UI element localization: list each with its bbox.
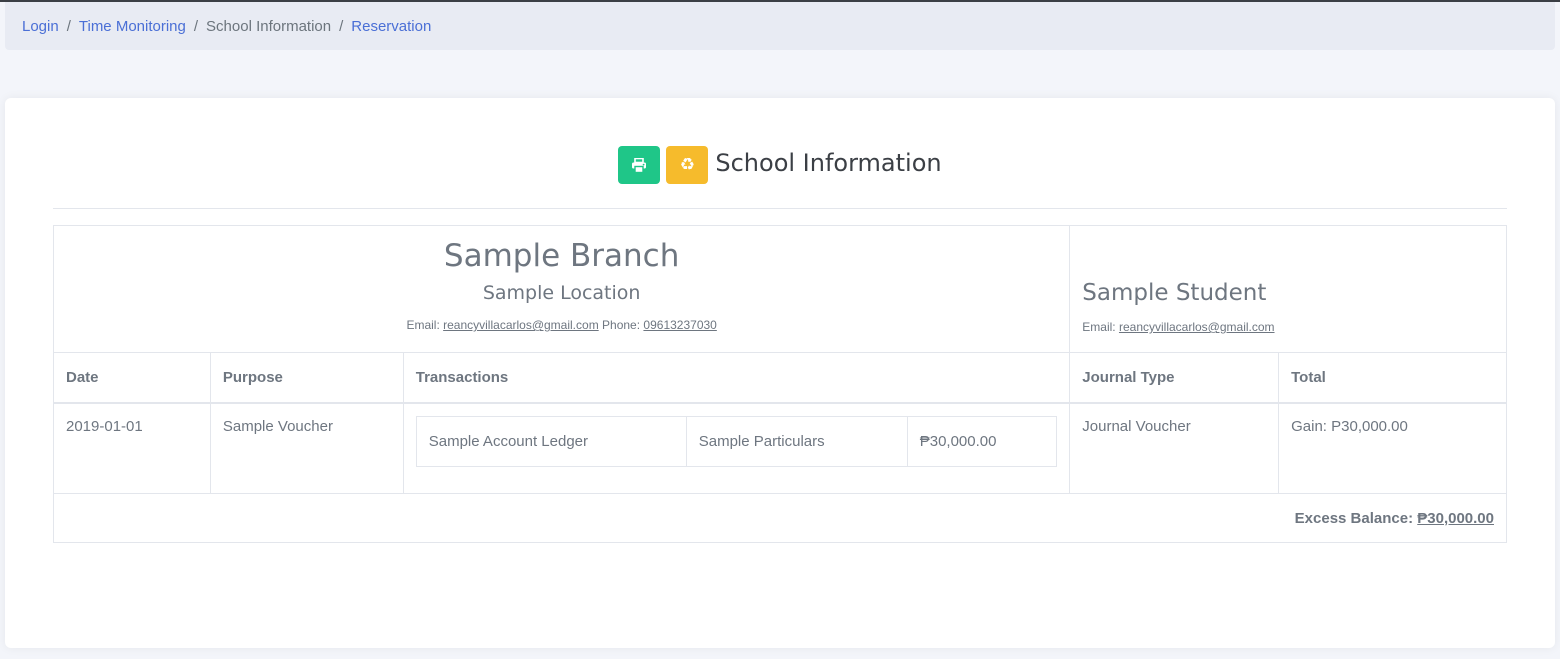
column-header-date: Date (53, 352, 211, 404)
breadcrumb-separator: / (66, 17, 71, 35)
footer-row: Excess Balance: ₱30,000.00 (53, 493, 1507, 543)
transactions-table: Sample Account Ledger Sample Particulars… (415, 415, 1058, 467)
date-cell: 2019-01-01 (53, 402, 211, 494)
voucher-table: Sample Branch Sample Location Email: rea… (52, 225, 1507, 543)
info-row: Sample Branch Sample Location Email: rea… (52, 225, 1507, 353)
branch-contact: Email: reancyvillacarlos@gmail.com Phone… (54, 318, 1069, 332)
ledger-cell: Sample Account Ledger (415, 415, 687, 467)
branch-email-label: Email: (406, 318, 440, 332)
column-header-journal-type: Journal Type (1069, 352, 1280, 404)
student-email: reancyvillacarlos@gmail.com (1118, 320, 1275, 334)
breadcrumb-time-monitoring[interactable]: Time Monitoring (79, 18, 186, 35)
branch-info: Sample Branch Sample Location Email: rea… (52, 225, 1071, 353)
breadcrumb-reservation[interactable]: Reservation (351, 18, 431, 35)
breadcrumb: Login / Time Monitoring / School Informa… (5, 2, 1555, 50)
school-information-card: ♻ School Information Sample Branch Sampl… (5, 98, 1555, 648)
branch-location: Sample Location (482, 282, 641, 304)
amount-cell: ₱30,000.00 (906, 415, 1058, 467)
column-header-transactions: Transactions (402, 352, 1071, 404)
journal-type-cell: Journal Voucher (1069, 402, 1280, 494)
student-name: Sample Student (1082, 280, 1267, 306)
branch-phone-label: Phone: (602, 318, 641, 332)
breadcrumb-separator: / (193, 17, 199, 35)
student-contact: Email: reancyvillacarlos@gmail.com (1082, 320, 1494, 334)
purpose-cell: Sample Voucher (209, 402, 404, 494)
recycle-icon: ♻ (679, 155, 695, 175)
branch-name: Sample Branch (443, 238, 680, 274)
table-header-row: Date Purpose Transactions Journal Type T… (53, 352, 1507, 404)
breadcrumb-separator: / (339, 17, 344, 35)
student-email-label: Email: (1082, 320, 1116, 334)
excess-balance-label: Excess Balance: (1294, 509, 1414, 527)
recycle-button[interactable]: ♻ (666, 146, 709, 184)
branch-email: reancyvillacarlos@gmail.com (443, 318, 599, 332)
particulars-cell: Sample Particulars (685, 415, 908, 467)
transaction-row: Sample Account Ledger Sample Particulars… (415, 415, 1058, 467)
breadcrumb-school-information: School Information (206, 17, 332, 35)
breadcrumb-login[interactable]: Login (22, 18, 59, 35)
print-button[interactable] (618, 146, 661, 184)
table-row: 2019-01-01 Sample Voucher Sample Account… (53, 402, 1507, 494)
transactions-cell: Sample Account Ledger Sample Particulars… (402, 402, 1071, 494)
total-cell: Gain: P30,000.00 (1278, 402, 1507, 494)
column-header-purpose: Purpose (209, 352, 404, 404)
card-header: ♻ School Information (53, 138, 1507, 209)
excess-balance: Excess Balance: ₱30,000.00 (53, 493, 1507, 543)
excess-balance-value: ₱30,000.00 (1417, 509, 1494, 527)
branch-phone: 09613237030 (643, 318, 717, 332)
page-title: School Information (715, 149, 942, 177)
column-header-total: Total (1278, 352, 1507, 404)
print-icon (632, 157, 647, 173)
student-info: Sample Student Email: reancyvillacarlos@… (1069, 225, 1507, 353)
